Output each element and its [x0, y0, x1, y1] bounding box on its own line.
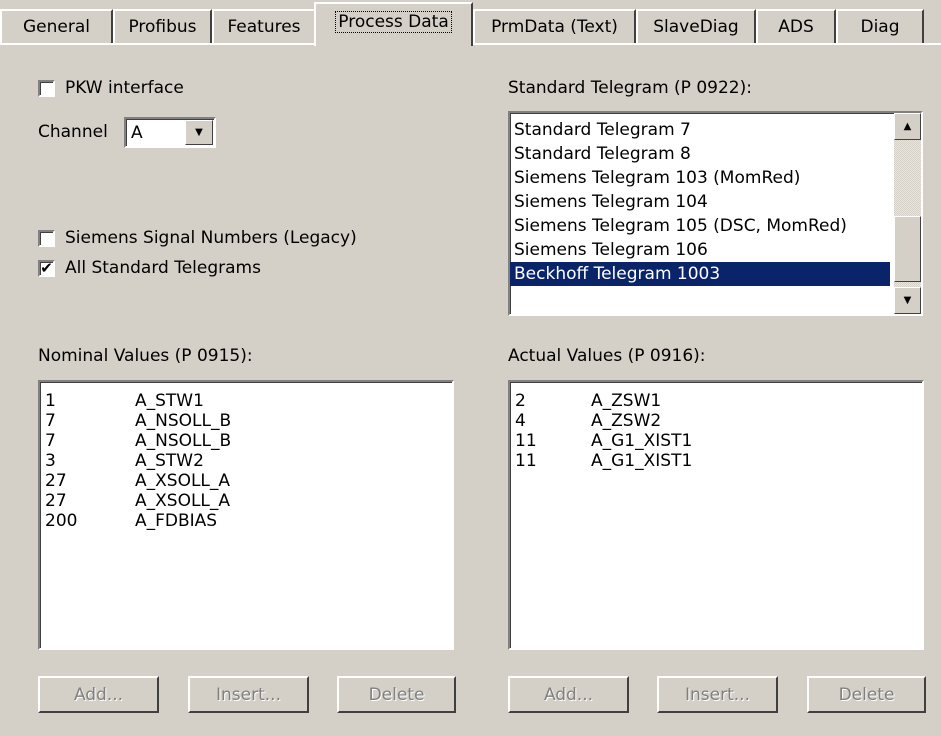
list-item[interactable]: 7 A_NSOLL_B	[40, 431, 452, 451]
nominal-insert-button[interactable]: Insert...	[188, 676, 309, 713]
siemens-signal-numbers-label: Siemens Signal Numbers (Legacy)	[65, 228, 357, 248]
nominal-delete-button[interactable]: Delete	[337, 676, 456, 713]
list-item[interactable]: Standard Telegram 8	[510, 142, 894, 166]
tab-label: Profibus	[128, 17, 197, 37]
actual-values-list[interactable]: 2 A_ZSW1 4 A_ZSW2 11 A_G1_XIST1 11 A_G1_XIST…	[508, 380, 924, 650]
tab-label: PrmData (Text)	[491, 17, 618, 37]
nominal-values-label: Nominal Values (P 0915):	[38, 346, 253, 366]
list-item-selected[interactable]: Beckhoff Telegram 1003	[510, 262, 890, 286]
actual-values-label: Actual Values (P 0916):	[508, 346, 706, 366]
list-item[interactable]: Siemens Telegram 103 (MomRed)	[510, 166, 894, 190]
signal-number: 3	[45, 451, 56, 471]
tab-features[interactable]: Features	[212, 9, 316, 43]
checkbox-box[interactable]	[38, 229, 55, 247]
signal-name: A_FDBIAS	[135, 511, 218, 531]
signal-name: A_ZSW2	[591, 411, 662, 431]
signal-name: A_XSOLL_A	[135, 491, 231, 511]
chevron-down-icon[interactable]: ▼	[185, 120, 213, 145]
signal-name: A_NSOLL_B	[135, 431, 232, 451]
tab-ads[interactable]: ADS	[756, 9, 836, 43]
tab-strip: General Profibus Features Process Data P…	[0, 0, 941, 46]
nominal-values-list[interactable]: 1 A_STW1 7 A_NSOLL_B 7 A_NSOLL_B 3 A_STW2 27…	[38, 380, 454, 650]
channel-select[interactable]: A ▼	[124, 117, 216, 148]
standard-telegram-list[interactable]: Standard Telegram 7 Standard Telegram 8 …	[508, 111, 923, 316]
tab-profibus[interactable]: Profibus	[113, 9, 212, 43]
signal-name: A_STW1	[135, 391, 204, 411]
tab-diag[interactable]: Diag	[836, 9, 924, 43]
actual-add-button[interactable]: Add...	[508, 676, 629, 713]
signal-number: 4	[515, 411, 526, 431]
scrollbar-thumb[interactable]	[894, 216, 921, 282]
signal-name: A_NSOLL_B	[135, 411, 232, 431]
signal-number: 27	[45, 491, 67, 511]
all-standard-telegrams-label: All Standard Telegrams	[65, 258, 261, 278]
list-item[interactable]: 27 A_XSOLL_A	[40, 471, 452, 491]
scroll-up-arrow-icon[interactable]: ▲	[894, 113, 921, 140]
vertical-scrollbar[interactable]: ▲ ▼	[894, 113, 921, 314]
signal-name: A_G1_XIST1	[591, 451, 693, 471]
tab-prmdata-text[interactable]: PrmData (Text)	[473, 9, 636, 43]
list-item[interactable]: 3 A_STW2	[40, 451, 452, 471]
pkw-interface-checkbox[interactable]: PKW interface	[38, 78, 184, 98]
signal-number: 200	[45, 511, 78, 531]
signal-name: A_ZSW1	[591, 391, 662, 411]
tab-label: SlaveDiag	[653, 17, 739, 37]
list-item[interactable]: 2 A_ZSW1	[510, 391, 922, 411]
channel-label: Channel	[38, 122, 108, 142]
actual-delete-button[interactable]: Delete	[807, 676, 926, 713]
list-item[interactable]: Siemens Telegram 105 (DSC, MomRed)	[510, 214, 894, 238]
signal-number: 2	[515, 391, 526, 411]
list-item[interactable]: Standard Telegram 7	[510, 118, 894, 142]
list-item[interactable]: 7 A_NSOLL_B	[40, 411, 452, 431]
siemens-signal-numbers-checkbox[interactable]: Siemens Signal Numbers (Legacy)	[38, 228, 357, 248]
list-item[interactable]: 200 A_FDBIAS	[40, 511, 452, 531]
signal-number: 7	[45, 431, 56, 451]
signal-number: 11	[515, 451, 537, 471]
tab-general[interactable]: General	[0, 9, 113, 43]
list-item[interactable]: 1 A_STW1	[40, 391, 452, 411]
actual-insert-button[interactable]: Insert...	[657, 676, 778, 713]
signal-name: A_STW2	[135, 451, 204, 471]
tab-process-data[interactable]: Process Data	[314, 2, 473, 46]
tab-label: General	[23, 17, 90, 37]
list-item[interactable]: 27 A_XSOLL_A	[40, 491, 452, 511]
tab-label: Features	[227, 17, 301, 37]
scroll-down-arrow-icon[interactable]: ▼	[894, 287, 921, 314]
signal-number: 27	[45, 471, 67, 491]
standard-telegram-label: Standard Telegram (P 0922):	[508, 78, 752, 98]
list-item[interactable]: Siemens Telegram 104	[510, 190, 894, 214]
checkmark-icon[interactable]: ✔	[38, 259, 55, 277]
tab-slavediag[interactable]: SlaveDiag	[636, 9, 756, 43]
list-item[interactable]: 4 A_ZSW2	[510, 411, 922, 431]
tab-label: ADS	[778, 17, 814, 37]
signal-name: A_XSOLL_A	[135, 471, 231, 491]
signal-number: 7	[45, 411, 56, 431]
list-item[interactable]: 11 A_G1_XIST1	[510, 451, 922, 471]
signal-name: A_G1_XIST1	[591, 431, 693, 451]
tab-label: Diag	[860, 17, 900, 37]
all-standard-telegrams-checkbox[interactable]: ✔ All Standard Telegrams	[38, 258, 261, 278]
signal-number: 1	[45, 391, 56, 411]
tab-label: Process Data	[335, 11, 452, 33]
channel-value: A	[131, 123, 143, 143]
pkw-interface-label: PKW interface	[65, 78, 184, 98]
list-item[interactable]: 11 A_G1_XIST1	[510, 431, 922, 451]
nominal-add-button[interactable]: Add...	[38, 676, 159, 713]
signal-number: 11	[515, 431, 537, 451]
list-item[interactable]: Siemens Telegram 106	[510, 238, 894, 262]
checkbox-box[interactable]	[38, 79, 55, 97]
